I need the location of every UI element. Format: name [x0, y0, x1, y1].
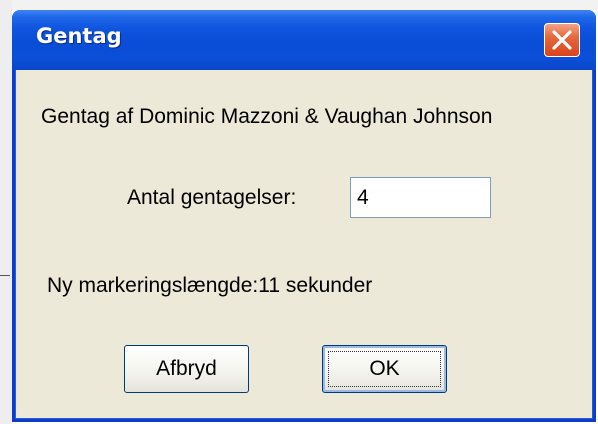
- repeat-count-label: Antal gentagelser:: [127, 186, 297, 209]
- repeat-dialog: Gentag Gentag af Dominic Mazzoni & Vaugh…: [12, 10, 596, 422]
- background-window-left: [0, 0, 12, 424]
- ok-button[interactable]: OK: [322, 345, 447, 393]
- close-x-icon: [552, 30, 572, 50]
- new-selection-length-text: Ny markeringslængde:11 sekunder: [47, 274, 373, 297]
- window-title: Gentag: [36, 24, 122, 48]
- effect-credit-text: Gentag af Dominic Mazzoni & Vaughan John…: [41, 105, 493, 128]
- ok-button-label: OK: [369, 357, 400, 380]
- cancel-button[interactable]: Afbryd: [124, 345, 249, 393]
- background-window-edge: [0, 0, 598, 10]
- repeat-count-input[interactable]: [350, 177, 491, 218]
- close-button[interactable]: [544, 23, 580, 57]
- title-bar[interactable]: Gentag: [12, 10, 596, 70]
- background-tick: [0, 275, 10, 276]
